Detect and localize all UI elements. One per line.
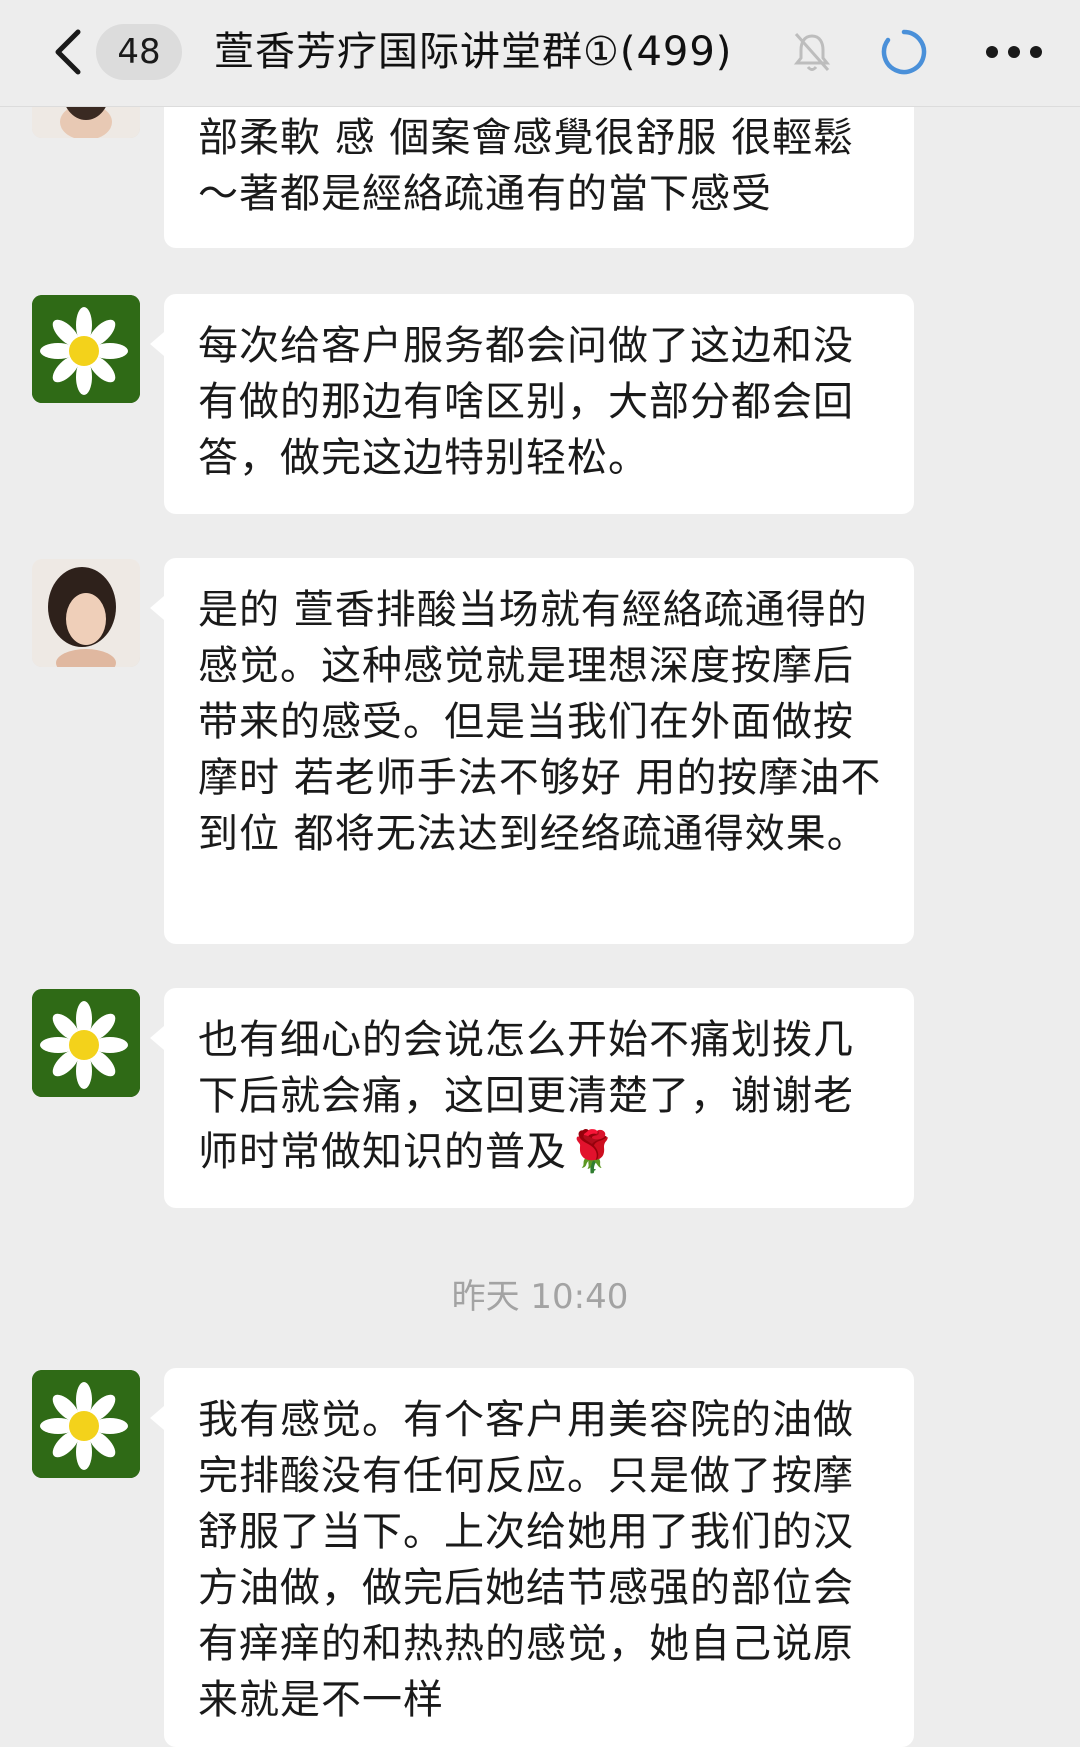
message-bubble[interactable]: 也有细心的会说怎么开始不痛划拨几下后就会痛，这回更清楚了，谢谢老师时常做知识的普…	[150, 988, 914, 1208]
bell-muted-icon	[793, 33, 831, 71]
unread-count-badge[interactable]: 48	[96, 24, 182, 80]
message-bubble[interactable]: 是的 萱香排酸当场就有經絡疏通得的感觉。这种感觉就是理想深度按摩后 带来的感受。…	[150, 558, 914, 944]
message-bubble[interactable]: 我有感觉。有个客户用美容院的油做完排酸没有任何反应。只是做了按摩舒服了当下。上次…	[150, 1368, 914, 1747]
loading-spinner-icon	[881, 29, 927, 75]
avatar[interactable]	[32, 1370, 140, 1478]
chat-title: 萱香芳疗国际讲堂群①(499)	[214, 29, 733, 75]
more-dots-icon[interactable]	[984, 44, 1044, 60]
message-bubble[interactable]: 每次给客户服务都会问做了这边和没有做的那边有啥区别，大部分都会回答，做完这边特别…	[150, 294, 914, 514]
avatar[interactable]	[32, 559, 140, 667]
avatar[interactable]	[32, 989, 140, 1097]
avatar[interactable]	[32, 295, 140, 403]
chat-area[interactable]: 部柔軟 感 個案會感覺很舒服 很輕鬆～著都是經絡疏通有的當下感受 每次给客户服务…	[0, 0, 1080, 1747]
chat-header: 48 萱香芳疗国际讲堂群①(499)	[0, 0, 1080, 107]
chevron-left-icon[interactable]	[50, 26, 90, 78]
timestamp: 昨天 10:40	[451, 1277, 629, 1317]
